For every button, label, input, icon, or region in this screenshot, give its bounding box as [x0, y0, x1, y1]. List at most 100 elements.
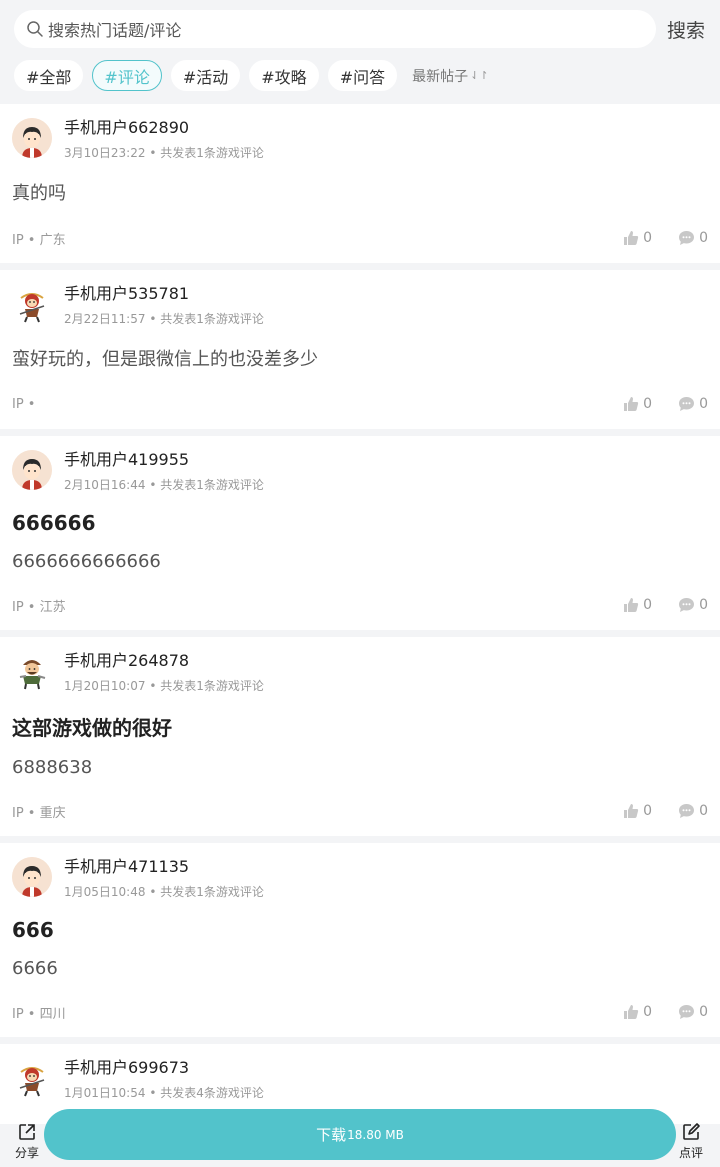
post-header: 手机用户471135 1月05日10:48 • 共发表1条游戏评论	[12, 857, 708, 900]
post-card[interactable]: 手机用户471135 1月05日10:48 • 共发表1条游戏评论 666 66…	[0, 843, 720, 1037]
like-count: 0	[643, 396, 653, 412]
post-text: 蛮好玩的，但是跟微信上的也没差多少	[12, 349, 318, 370]
post-time: 1月01日10:54	[64, 1086, 146, 1100]
like-button[interactable]: 0	[623, 803, 652, 819]
post-summary: 共发表1条游戏评论	[160, 146, 264, 160]
post-summary: 共发表1条游戏评论	[160, 312, 264, 326]
post-title: 666666	[12, 511, 96, 535]
thumbs-up-icon	[624, 598, 639, 612]
boy-avatar-icon[interactable]	[12, 118, 52, 158]
post-summary: 共发表1条游戏评论	[160, 478, 264, 492]
comment-button[interactable]: 0	[678, 1004, 708, 1020]
comment-bubble-icon	[679, 598, 695, 612]
post-footer: IP • 广东 0 0	[12, 213, 708, 263]
user-info: 手机用户264878 1月20日10:07 • 共发表1条游戏评论	[64, 651, 264, 694]
thumbs-up-icon	[624, 397, 639, 411]
user-info: 手机用户662890 3月10日23:22 • 共发表1条游戏评论	[64, 118, 264, 161]
post-meta: 1月01日10:54 • 共发表4条游戏评论	[64, 1086, 264, 1100]
post-time: 1月20日10:07	[64, 679, 146, 693]
like-button[interactable]: 0	[623, 597, 652, 613]
post-actions: 0 0	[623, 1004, 708, 1020]
post-time: 3月10日23:22	[64, 146, 146, 160]
username[interactable]: 手机用户419955	[64, 450, 264, 470]
post-time: 2月22日11:57	[64, 312, 146, 326]
username[interactable]: 手机用户662890	[64, 118, 264, 138]
post-footer: IP • 0 0	[12, 379, 708, 429]
comment-count: 0	[699, 803, 708, 819]
like-count: 0	[643, 803, 653, 819]
tag-guide[interactable]: #攻略	[249, 60, 319, 91]
user-info: 手机用户471135 1月05日10:48 • 共发表1条游戏评论	[64, 857, 264, 900]
download-button[interactable]: 下载 18.80 MB	[44, 1109, 676, 1160]
ip-location: IP • 重庆	[12, 805, 66, 821]
post-meta: 1月05日10:48 • 共发表1条游戏评论	[64, 885, 264, 899]
comment-button[interactable]: 0	[678, 396, 708, 412]
comment-count: 0	[699, 396, 708, 412]
post-meta: 3月10日23:22 • 共发表1条游戏评论	[64, 146, 264, 160]
post-header: 手机用户535781 2月22日11:57 • 共发表1条游戏评论	[12, 284, 708, 327]
username[interactable]: 手机用户535781	[64, 284, 264, 304]
post-card[interactable]: 手机用户535781 2月22日11:57 • 共发表1条游戏评论 蛮好玩的，但…	[0, 270, 720, 429]
comment-bubble-icon	[679, 1005, 695, 1019]
comment-button[interactable]: 0	[678, 230, 708, 246]
like-button[interactable]: 0	[623, 230, 652, 246]
post-card[interactable]: 手机用户662890 3月10日23:22 • 共发表1条游戏评论 真的吗 IP…	[0, 104, 720, 263]
post-list: 手机用户662890 3月10日23:22 • 共发表1条游戏评论 真的吗 IP…	[0, 104, 720, 1131]
post-title: 这部游戏做的很好	[12, 716, 172, 740]
thumbs-up-icon	[624, 231, 639, 245]
comment-button[interactable]: 0	[678, 803, 708, 819]
like-count: 0	[643, 1004, 653, 1020]
tag-filter-row: #全部 #评论 #活动 #攻略 #问答 最新帖子 ⇃↾	[14, 60, 706, 91]
ip-location: IP • 四川	[12, 1006, 66, 1022]
comment-bubble-icon	[679, 397, 695, 411]
username[interactable]: 手机用户699673	[64, 1058, 264, 1078]
boy-avatar-icon[interactable]	[12, 857, 52, 897]
tag-qa[interactable]: #问答	[327, 60, 398, 91]
post-actions: 0 0	[623, 396, 708, 412]
username[interactable]: 手机用户471135	[64, 857, 264, 877]
comment-bubble-icon	[679, 804, 695, 818]
post-title: 666	[12, 918, 54, 942]
search-button[interactable]: 搜索	[667, 16, 705, 43]
post-time: 2月10日16:44	[64, 478, 146, 492]
top-bar: 搜索热门话题/评论 搜索 #全部 #评论 #活动 #攻略 #问答 最新帖子 ⇃↾	[0, 0, 720, 104]
post-summary: 共发表4条游戏评论	[160, 1086, 264, 1100]
edit-icon	[683, 1123, 700, 1140]
review-button[interactable]: 点评	[676, 1122, 706, 1161]
sort-dropdown[interactable]: 最新帖子 ⇃↾	[412, 66, 488, 86]
boy-avatar-icon[interactable]	[12, 450, 52, 490]
download-size: 18.80 MB	[347, 1127, 404, 1142]
comment-bubble-icon	[679, 231, 695, 245]
share-button[interactable]: 分享	[12, 1122, 42, 1161]
monkey-king-avatar-icon[interactable]	[12, 284, 52, 324]
share-label: 分享	[14, 1146, 39, 1160]
comment-count: 0	[699, 230, 708, 246]
warrior-avatar-icon[interactable]	[12, 651, 52, 691]
post-card[interactable]: 手机用户264878 1月20日10:07 • 共发表1条游戏评论 这部游戏做的…	[0, 637, 720, 836]
user-info: 手机用户535781 2月22日11:57 • 共发表1条游戏评论	[64, 284, 264, 327]
username[interactable]: 手机用户264878	[64, 651, 264, 671]
post-card[interactable]: 手机用户419955 2月10日16:44 • 共发表1条游戏评论 666666…	[0, 436, 720, 630]
comment-button[interactable]: 0	[678, 597, 708, 613]
thumbs-up-icon	[624, 1005, 639, 1019]
user-info: 手机用户699673 1月01日10:54 • 共发表4条游戏评论	[64, 1058, 264, 1101]
post-summary: 共发表1条游戏评论	[160, 679, 264, 693]
post-header: 手机用户419955 2月10日16:44 • 共发表1条游戏评论	[12, 450, 708, 493]
post-meta: 2月22日11:57 • 共发表1条游戏评论	[64, 312, 264, 326]
search-input[interactable]: 搜索热门话题/评论	[14, 10, 656, 48]
like-count: 0	[643, 230, 653, 246]
like-button[interactable]: 0	[623, 1004, 652, 1020]
post-actions: 0 0	[623, 597, 708, 613]
tag-review[interactable]: #评论	[92, 60, 162, 91]
user-info: 手机用户419955 2月10日16:44 • 共发表1条游戏评论	[64, 450, 264, 493]
monkey-king-avatar-icon[interactable]	[12, 1058, 52, 1098]
tag-activity[interactable]: #活动	[170, 60, 241, 91]
like-button[interactable]: 0	[623, 396, 652, 412]
comment-count: 0	[699, 1004, 708, 1020]
tag-all[interactable]: #全部	[14, 60, 84, 91]
thumbs-up-icon	[624, 804, 639, 818]
like-count: 0	[643, 597, 653, 613]
post-text: 6666	[12, 958, 58, 979]
post-meta: 2月10日16:44 • 共发表1条游戏评论	[64, 478, 264, 492]
ip-location: IP •	[12, 396, 36, 412]
